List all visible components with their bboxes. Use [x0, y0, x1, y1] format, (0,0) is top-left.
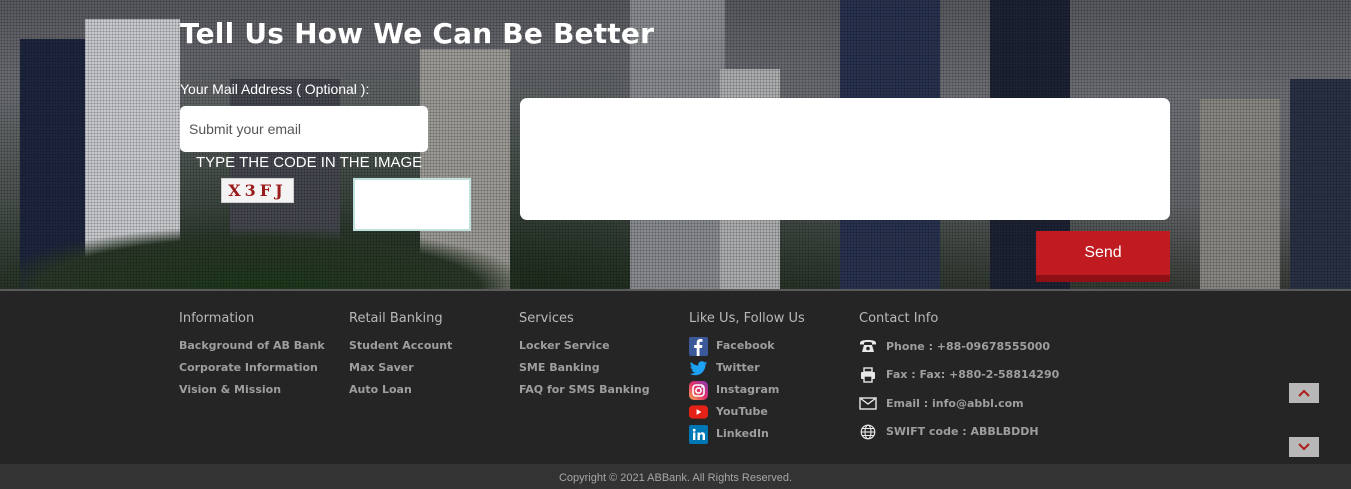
send-button[interactable]: Send: [1036, 231, 1170, 282]
contact-fax: Fax : Fax: +880-2-58814290: [859, 361, 1059, 390]
captcha-instruction: TYPE THE CODE IN THE IMAGE: [196, 154, 423, 171]
contact-email-text: Email : info@abbl.com: [886, 396, 1024, 410]
social-label: LinkedIn: [716, 427, 769, 440]
footer-heading-information: Information: [179, 311, 255, 326]
scroll-up-button[interactable]: [1289, 383, 1319, 403]
mail-address-label: Your Mail Address ( Optional ):: [180, 81, 370, 97]
contact-phone: Phone : +88-09678555000: [859, 332, 1059, 361]
feedback-message-textarea[interactable]: [520, 98, 1170, 220]
linkedin-icon: [689, 424, 708, 444]
copyright-text: Copyright © 2021 ABBank. All Rights Rese…: [0, 464, 1351, 489]
footer-column-services: Services Locker Service SME Banking FAQ …: [519, 311, 650, 401]
footer-link[interactable]: Max Saver: [349, 357, 452, 379]
twitter-icon: [689, 359, 708, 378]
instagram-icon: [689, 380, 708, 400]
footer-column-contact: Contact Info Phone : +88-09678555000 Fax…: [859, 311, 1059, 446]
footer-link[interactable]: Background of AB Bank: [179, 335, 325, 357]
social-link-youtube[interactable]: YouTube: [689, 401, 805, 423]
printer-icon: [859, 367, 877, 383]
social-label: Twitter: [716, 361, 760, 374]
contact-swift: SWIFT code : ABBLBDDH: [859, 418, 1059, 447]
email-input[interactable]: [180, 106, 428, 152]
contact-swift-text: SWIFT code : ABBLBDDH: [886, 425, 1039, 439]
social-link-facebook[interactable]: Facebook: [689, 335, 805, 357]
footer-link[interactable]: Vision & Mission: [179, 379, 325, 401]
footer-link[interactable]: Corporate Information: [179, 357, 325, 379]
feedback-section: Tell Us How We Can Be Better Your Mail A…: [0, 0, 1351, 289]
scroll-down-button[interactable]: [1289, 437, 1319, 457]
envelope-icon: [859, 395, 877, 411]
social-link-linkedin[interactable]: LinkedIn: [689, 423, 805, 445]
social-label: YouTube: [716, 405, 768, 418]
site-footer: Information Background of AB Bank Corpor…: [0, 289, 1351, 464]
social-label: Facebook: [716, 339, 775, 352]
footer-link[interactable]: Locker Service: [519, 335, 650, 357]
footer-heading-social: Like Us, Follow Us: [689, 311, 805, 326]
captcha-input[interactable]: [353, 178, 471, 231]
social-label: Instagram: [716, 383, 780, 396]
contact-fax-text: Fax : Fax: +880-2-58814290: [886, 368, 1060, 382]
contact-email: Email : info@abbl.com: [859, 389, 1059, 418]
footer-heading-contact: Contact Info: [859, 311, 939, 326]
footer-column-retail-banking: Retail Banking Student Account Max Saver…: [349, 311, 452, 401]
youtube-icon: [689, 403, 708, 422]
globe-icon: [859, 424, 877, 440]
captcha-image: X3FJ: [221, 178, 294, 203]
social-link-twitter[interactable]: Twitter: [689, 357, 805, 379]
footer-link[interactable]: Auto Loan: [349, 379, 452, 401]
footer-heading-retail-banking: Retail Banking: [349, 311, 443, 326]
footer-link[interactable]: Student Account: [349, 335, 452, 357]
footer-column-social: Like Us, Follow Us Facebook Twitter Inst…: [689, 311, 805, 445]
footer-link[interactable]: FAQ for SMS Banking: [519, 379, 650, 401]
footer-column-information: Information Background of AB Bank Corpor…: [179, 311, 325, 401]
footer-heading-services: Services: [519, 311, 574, 326]
footer-link[interactable]: SME Banking: [519, 357, 650, 379]
contact-phone-text: Phone : +88-09678555000: [886, 339, 1051, 353]
chevron-up-icon: [1298, 389, 1310, 397]
chevron-down-icon: [1298, 443, 1310, 451]
social-link-instagram[interactable]: Instagram: [689, 379, 805, 401]
phone-icon: [859, 338, 877, 354]
facebook-icon: [689, 336, 708, 356]
feedback-title: Tell Us How We Can Be Better: [180, 17, 655, 50]
